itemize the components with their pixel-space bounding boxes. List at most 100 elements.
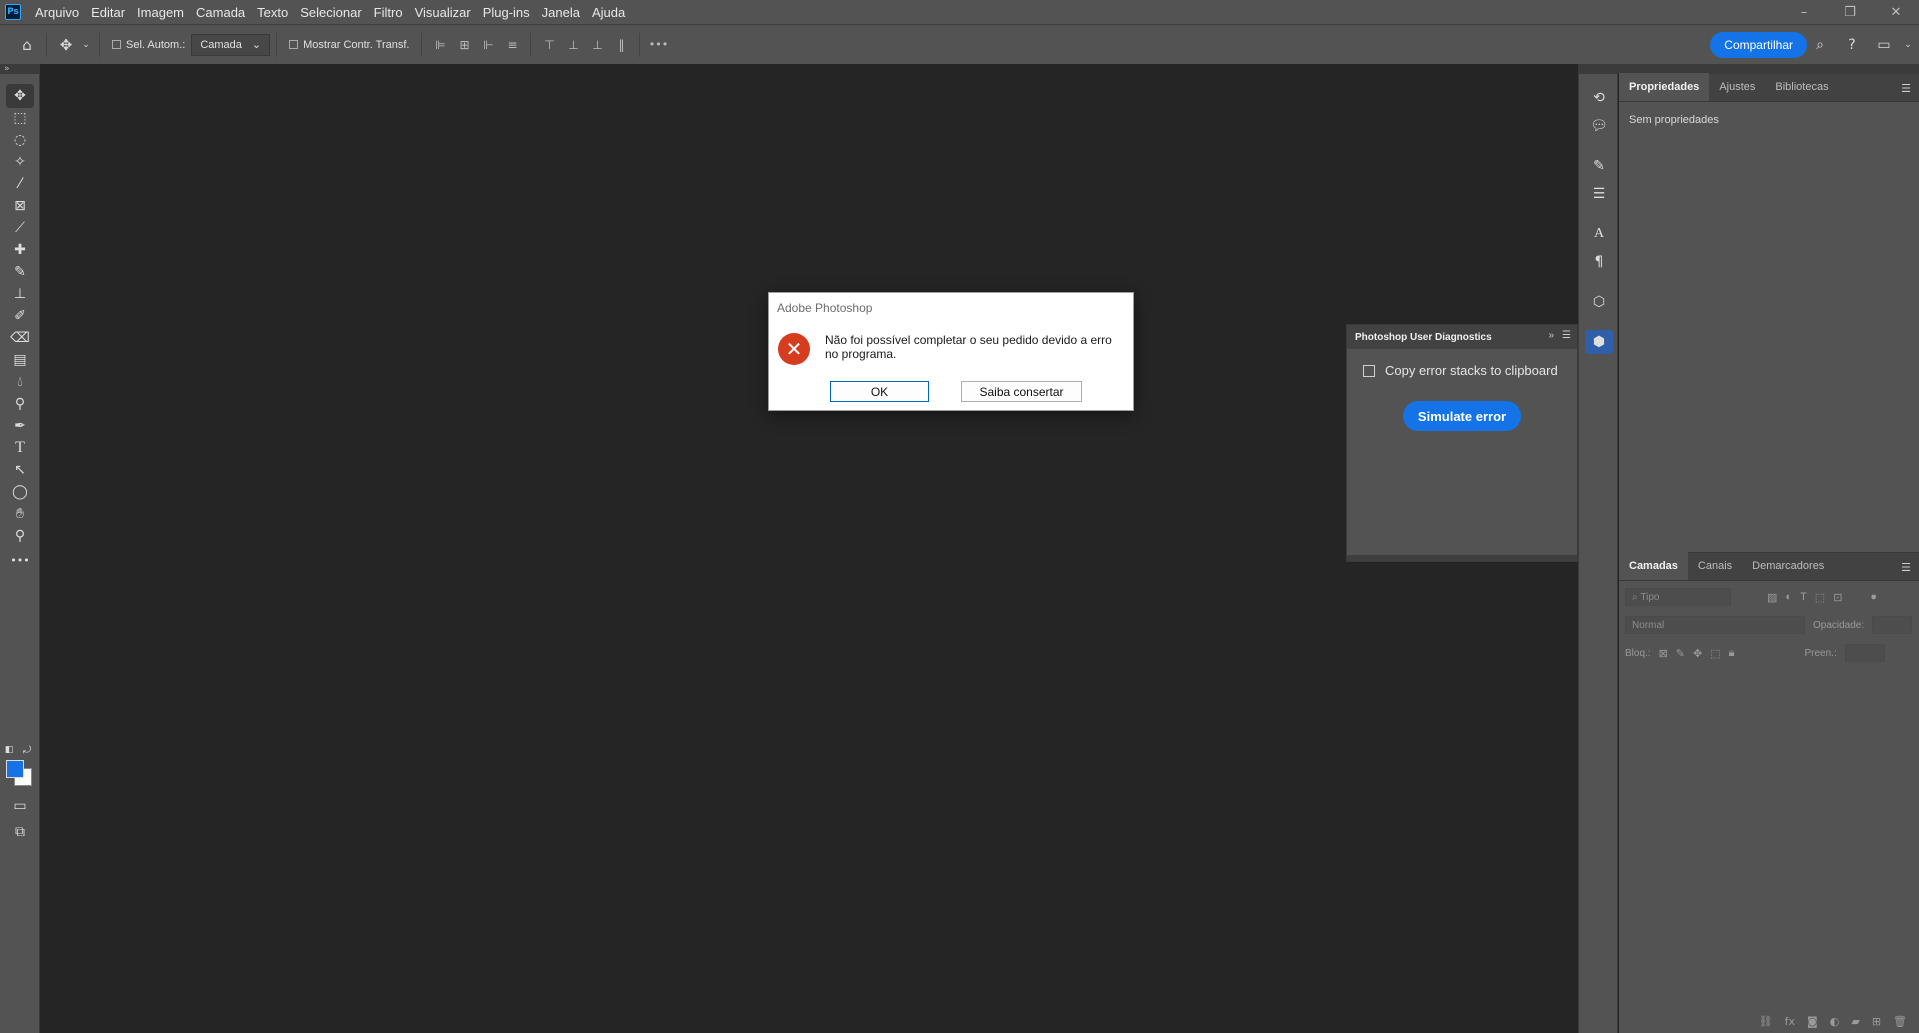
home-icon[interactable]: ⌂ [14,32,40,58]
paragraph-icon[interactable]: ¶ [1585,250,1613,274]
panel-menu-icon[interactable]: ☰ [1562,330,1571,341]
marquee-tool-icon[interactable]: ⬚ [6,106,34,130]
menu-texto[interactable]: Texto [251,5,294,20]
menu-editar[interactable]: Editar [85,5,131,20]
tab-canais[interactable]: Canais [1688,560,1742,580]
ok-button[interactable]: OK [830,381,929,402]
checkbox-box[interactable] [1363,364,1375,377]
new-layer-icon[interactable]: ⊞ [1872,1015,1881,1028]
simulate-error-button[interactable]: Simulate error [1403,401,1521,431]
brush-tool-icon[interactable]: ✎ [6,260,34,284]
eyedropper-tool-icon[interactable]: ⟋ [6,216,34,240]
lasso-tool-icon[interactable]: ◌ [6,128,34,152]
menu-camada[interactable]: Camada [190,5,251,20]
gradient-tool-icon[interactable]: ▤ [6,348,34,372]
copy-error-stacks-checkbox[interactable]: Copy error stacks to clipboard [1363,363,1577,378]
more-tools-icon[interactable]: ••• [6,548,34,572]
adjustments-icon[interactable]: ☰ [1585,182,1613,206]
delete-layer-icon[interactable]: 🗑︎ [1893,1015,1907,1028]
tab-ajustes[interactable]: Ajustes [1709,81,1765,101]
tab-camadas[interactable]: Camadas [1619,552,1688,580]
show-transform-controls-checkbox[interactable]: Mostrar Contr. Transf. [289,39,409,51]
menu-ajuda[interactable]: Ajuda [586,5,631,20]
panel-menu-icon[interactable]: ☰ [1901,82,1911,95]
dodge-tool-icon[interactable]: ⚲ [6,392,34,416]
align-bottom-icon[interactable]: ⊥ [585,33,609,57]
diagnostics-scrollbar[interactable] [1347,555,1577,561]
menu-janela[interactable]: Janela [536,5,586,20]
close-window-button[interactable]: ✕ [1873,0,1919,24]
filter-pixel-icon[interactable]: ▨ [1767,591,1777,604]
auto-select-target-dropdown[interactable]: Camada ⌄ [191,33,271,56]
foreground-color-swatch[interactable] [6,760,24,778]
auto-select-checkbox[interactable]: Sel. Autom.: [112,39,185,51]
more-options-icon[interactable]: ••• [646,33,670,57]
layer-style-icon[interactable]: fx [1785,1015,1795,1028]
default-colors-icon[interactable]: ◧ [2,738,16,762]
brush-selection-tool-icon[interactable]: ⁄ [6,172,34,196]
hand-tool-icon[interactable]: ✋︎ [6,502,34,526]
lock-artboard-icon[interactable]: ⬚ [1710,647,1720,660]
move-tool-icon[interactable]: ✥ [6,84,34,108]
fill-input[interactable] [1844,644,1885,662]
help-button[interactable]: Saiba consertar [961,381,1082,402]
eraser-tool-icon[interactable]: ⌫ [6,326,34,350]
distribute-vertical-icon[interactable]: ‖ [609,33,633,57]
opacity-input[interactable] [1872,616,1913,634]
comments-icon[interactable]: 💬︎ [1585,114,1613,138]
pen-tool-icon[interactable]: ✒ [6,414,34,438]
workspace-icon[interactable]: ▭ [1871,32,1897,58]
zoom-tool-icon[interactable]: ⚲ [6,524,34,548]
menu-filtro[interactable]: Filtro [368,5,409,20]
filter-smart-object-icon[interactable]: ⊡ [1833,591,1842,604]
panel-menu-icon[interactable]: ☰ [1901,561,1911,574]
filter-adjustment-icon[interactable]: ◐ [1785,591,1792,603]
menu-arquivo[interactable]: Arquivo [29,5,85,20]
frame-tool-icon[interactable]: ⊠ [6,194,34,218]
adjustment-layer-icon[interactable]: ◐ [1830,1015,1840,1028]
lock-transparent-icon[interactable]: ⊠ [1659,647,1668,660]
align-middle-icon[interactable]: ⊥ [561,33,585,57]
filter-toggle-icon[interactable]: ● [1870,591,1877,603]
clone-stamp-tool-icon[interactable]: ⊥ [6,282,34,306]
move-tool-preset-icon[interactable]: ✥ [53,32,79,58]
toolbar-collapse-icon[interactable]: » [0,64,40,74]
menu-imagem[interactable]: Imagem [131,5,190,20]
minimize-button[interactable]: – [1781,0,1827,24]
tab-demarcadores[interactable]: Demarcadores [1742,560,1834,580]
align-center-icon[interactable]: ⊞ [452,33,476,57]
checkbox-box[interactable] [289,40,299,49]
lock-position-icon[interactable]: ✥ [1693,647,1702,660]
type-tool-icon[interactable]: T [6,436,34,460]
blur-tool-icon[interactable]: 💧︎ [6,370,34,394]
new-group-icon[interactable]: ▰ [1851,1015,1859,1028]
lock-pixels-icon[interactable]: ✎ [1676,647,1685,660]
chevron-down-icon[interactable]: ⌄ [1903,32,1913,58]
swap-colors-icon[interactable]: ⤾ [20,738,34,762]
checkbox-box[interactable] [112,40,121,49]
distribute-horizontal-icon[interactable]: ≡ [500,33,524,57]
tab-bibliotecas[interactable]: Bibliotecas [1765,81,1838,101]
path-selection-tool-icon[interactable]: ↖ [6,458,34,482]
filter-type-icon[interactable]: T [1800,591,1807,603]
restore-button[interactable]: ❐ [1827,0,1873,24]
share-button[interactable]: Compartilhar [1710,32,1807,58]
3d-icon[interactable]: ⬡ [1585,290,1613,314]
screen-mode-icon[interactable]: ⧉ [6,820,34,844]
menu-plug-ins[interactable]: Plug-ins [477,5,536,20]
filter-shape-icon[interactable]: ⬚ [1815,591,1825,604]
ellipse-tool-icon[interactable]: ◯ [6,480,34,504]
healing-brush-tool-icon[interactable]: ✚ [6,238,34,262]
link-layers-icon[interactable]: ⛓︎ [1759,1015,1773,1028]
history-brush-tool-icon[interactable]: ✐ [6,304,34,328]
help-icon[interactable]: ? [1839,32,1865,58]
history-icon[interactable]: ⟲ [1585,86,1613,110]
plugin-diagnostics-icon[interactable]: ⬢ [1585,330,1613,354]
layer-mask-icon[interactable]: ◙ [1807,1015,1818,1028]
quick-mask-icon[interactable]: ▭ [6,794,34,818]
magic-wand-tool-icon[interactable]: ✧ [6,150,34,174]
menu-selecionar[interactable]: Selecionar [294,5,367,20]
search-icon[interactable]: ⌕ [1807,32,1833,58]
align-left-icon[interactable]: ⊫ [428,33,452,57]
lock-all-icon[interactable]: 🔒︎ [1729,647,1735,660]
